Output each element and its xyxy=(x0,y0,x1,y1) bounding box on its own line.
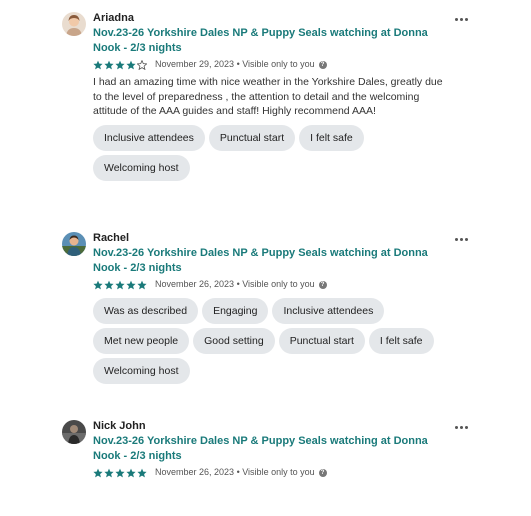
tour-title-link[interactable]: Nov.23-26 Yorkshire Dales NP & Puppy Sea… xyxy=(93,434,453,464)
tag-chip[interactable]: Welcoming host xyxy=(93,154,190,181)
star-filled-icon xyxy=(126,280,136,289)
tag-chip[interactable]: Was as described xyxy=(93,298,199,324)
star-filled-icon xyxy=(104,60,114,69)
review-meta: November 29, 2023 • Visible only to you … xyxy=(93,57,453,72)
tag-chip[interactable]: Met new people xyxy=(93,328,190,354)
info-icon[interactable]: ? xyxy=(318,60,327,69)
tag-chip[interactable]: I felt safe xyxy=(368,328,434,354)
star-filled-icon xyxy=(115,60,125,69)
tag-chip[interactable]: Welcoming host xyxy=(93,358,190,384)
avatar[interactable] xyxy=(62,232,86,256)
review-meta: November 26, 2023 • Visible only to you … xyxy=(93,277,453,292)
reviewer-name[interactable]: Nick John xyxy=(93,418,453,434)
star-empty-icon xyxy=(137,59,147,70)
star-filled-icon xyxy=(104,280,114,289)
visibility-label: Visible only to you xyxy=(242,467,315,477)
star-rating xyxy=(93,468,147,478)
star-rating xyxy=(93,280,147,290)
avatar-image xyxy=(62,420,86,444)
tag-chip[interactable]: Engaging xyxy=(202,298,269,324)
review-meta: November 26, 2023 • Visible only to you … xyxy=(93,465,453,480)
star-filled-icon xyxy=(126,468,136,477)
star-rating xyxy=(93,59,147,70)
star-filled-icon xyxy=(93,60,103,69)
meta-separator: • xyxy=(234,59,243,69)
star-filled-icon xyxy=(126,60,136,69)
tag-chip[interactable]: I felt safe xyxy=(299,124,364,151)
avatar-image xyxy=(62,232,86,256)
tag-list: Inclusive attendees Punctual start I fel… xyxy=(93,124,453,181)
meta-separator: • xyxy=(234,279,243,289)
info-icon[interactable]: ? xyxy=(318,468,327,477)
reviewer-name[interactable]: Ariadna xyxy=(93,10,453,26)
info-icon[interactable]: ? xyxy=(318,280,327,289)
star-filled-icon xyxy=(93,468,103,477)
avatar-image xyxy=(62,12,86,36)
tag-chip[interactable]: Good setting xyxy=(193,328,275,354)
tag-chip[interactable]: Punctual start xyxy=(208,124,296,151)
more-options-icon[interactable] xyxy=(451,231,471,247)
avatar[interactable] xyxy=(62,420,86,444)
star-filled-icon xyxy=(93,280,103,289)
more-options-icon[interactable] xyxy=(451,11,471,27)
tag-list: Was as described Engaging Inclusive atte… xyxy=(93,298,453,384)
review-date: November 26, 2023 xyxy=(155,467,235,477)
star-filled-icon xyxy=(137,280,147,289)
star-filled-icon xyxy=(104,468,114,477)
star-filled-icon xyxy=(115,468,125,477)
review-date: November 29, 2023 xyxy=(155,59,235,69)
visibility-label: Visible only to you xyxy=(242,279,315,289)
tag-chip[interactable]: Inclusive attendees xyxy=(93,124,205,151)
visibility-label: Visible only to you xyxy=(242,59,315,69)
more-options-icon[interactable] xyxy=(451,419,471,435)
tag-chip[interactable]: Inclusive attendees xyxy=(272,298,385,324)
review-text: I had an amazing time with nice weather … xyxy=(93,76,443,118)
reviewer-name[interactable]: Rachel xyxy=(93,230,453,246)
meta-separator: • xyxy=(234,467,243,477)
avatar[interactable] xyxy=(62,12,86,36)
review-date: November 26, 2023 xyxy=(155,279,235,289)
tour-title-link[interactable]: Nov.23-26 Yorkshire Dales NP & Puppy Sea… xyxy=(93,246,453,276)
star-filled-icon xyxy=(115,280,125,289)
tag-chip[interactable]: Punctual start xyxy=(278,328,365,354)
tour-title-link[interactable]: Nov.23-26 Yorkshire Dales NP & Puppy Sea… xyxy=(93,26,453,56)
star-filled-icon xyxy=(137,468,147,477)
